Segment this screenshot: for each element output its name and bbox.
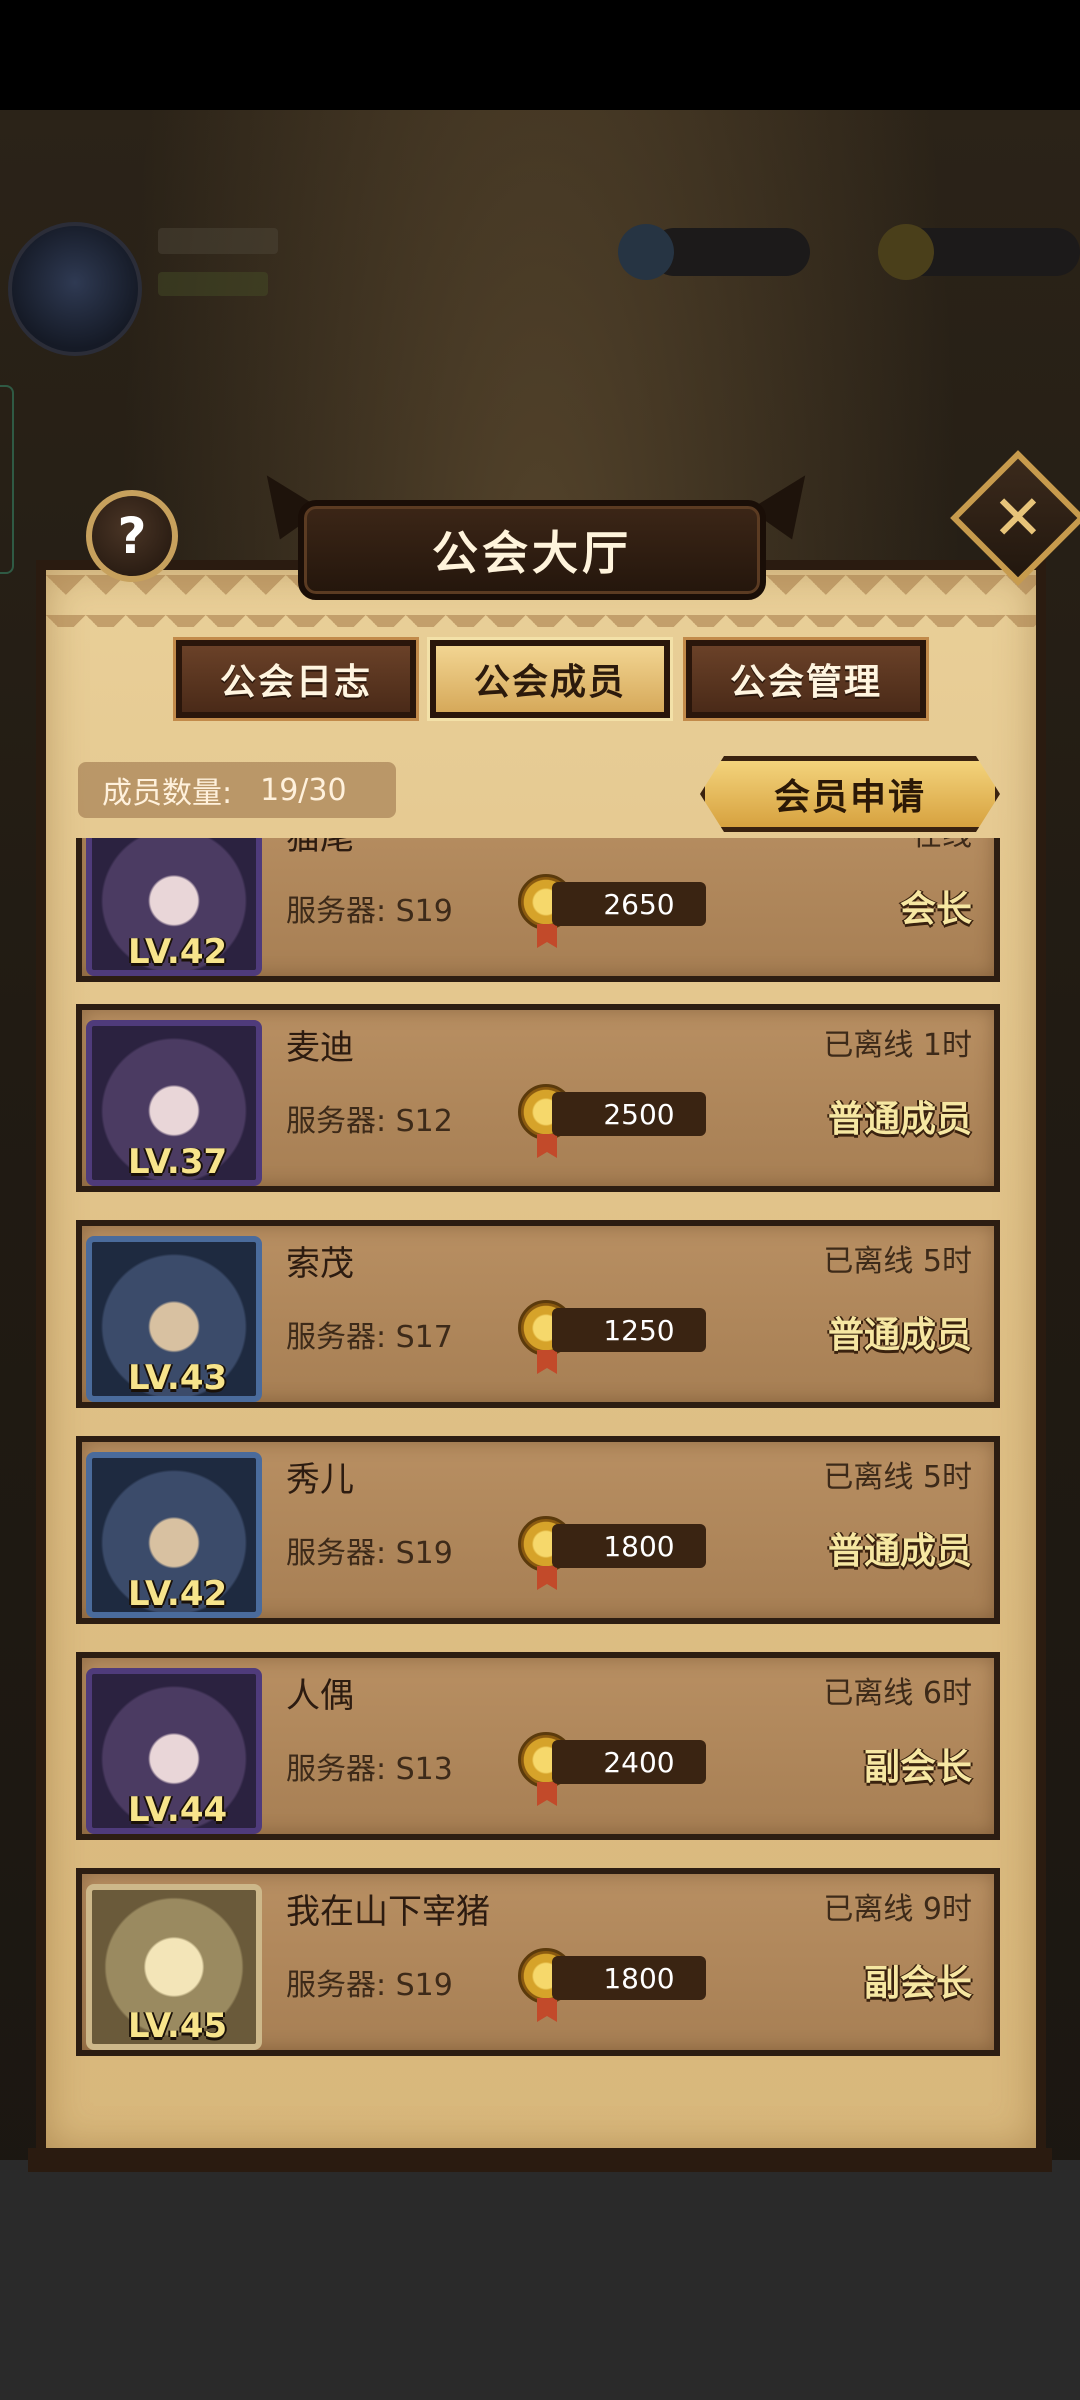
member-contribution: 1800 [552, 1956, 706, 2000]
member-server: 服务器: S19 [286, 894, 453, 929]
member-applications-button[interactable]: 会员申请 [700, 756, 1000, 832]
status-bar-area [0, 0, 1080, 110]
member-status: 已离线 5时 [823, 1460, 972, 1495]
member-card[interactable]: LV.43 索茂 已离线 5时 服务器: S17 1250 普通成员 [76, 1220, 1000, 1408]
help-button[interactable]: ? [86, 490, 178, 582]
member-role: 普通成员 [827, 1315, 972, 1356]
member-server: 服务器: S12 [286, 1104, 453, 1139]
member-role: 副会长 [863, 1747, 972, 1788]
gold-icon [878, 224, 934, 280]
member-contribution: 2400 [552, 1740, 706, 1784]
coin-ribbon [537, 1998, 557, 2022]
member-name: 麦迪 [286, 1028, 354, 1068]
background-bottom [0, 2160, 1080, 2400]
panel-title: 公会大厅 [432, 526, 632, 580]
member-card[interactable]: LV.45 我在山下宰猪 已离线 9时 服务器: S19 1800 副会长 [76, 1868, 1000, 2056]
member-level: LV.42 [128, 1574, 228, 1614]
question-mark-icon: ? [117, 507, 147, 565]
side-tab-edge [0, 385, 14, 574]
member-name: 人偶 [286, 1676, 354, 1716]
player-name-blurred [158, 228, 278, 254]
member-avatar: LV.45 [86, 1884, 262, 2050]
tab-label: 公会成员 [473, 662, 626, 703]
member-server: 服务器: S17 [286, 1320, 453, 1355]
member-status: 已离线 5时 [823, 1244, 972, 1279]
member-server: 服务器: S13 [286, 1752, 453, 1787]
member-list[interactable]: LV.42 猫尾 在线 服务器: S19 2650 会长 LV.37 麦迪 已离… [76, 838, 1000, 2068]
member-level: LV.44 [128, 1790, 228, 1830]
panel-title-plate: 公会大厅 [298, 500, 766, 600]
tab-label: 公会日志 [219, 662, 372, 703]
gem-icon [618, 224, 674, 280]
member-avatar: LV.42 [86, 1452, 262, 1618]
member-name: 猫尾 [286, 838, 354, 858]
member-role: 会长 [899, 889, 972, 930]
member-avatar: LV.37 [86, 1020, 262, 1186]
member-contribution: 1800 [552, 1524, 706, 1568]
panel-footer [28, 2148, 1052, 2172]
tab-label: 公会管理 [729, 662, 882, 703]
member-avatar: LV.43 [86, 1236, 262, 1402]
member-count-value: 19/30 [260, 772, 347, 808]
member-role: 普通成员 [827, 1099, 972, 1140]
member-status: 已离线 6时 [823, 1676, 972, 1711]
gem-counter [650, 228, 810, 276]
tab-guild-management[interactable]: 公会管理 [683, 637, 929, 721]
player-subtitle-blurred [158, 272, 268, 296]
tab-guild-members[interactable]: 公会成员 [427, 637, 673, 721]
coin-ribbon [537, 1782, 557, 1806]
member-name: 索茂 [286, 1244, 354, 1284]
member-level: LV.45 [128, 2006, 228, 2046]
member-contribution: 1250 [552, 1308, 706, 1352]
member-card[interactable]: LV.44 人偶 已离线 6时 服务器: S13 2400 副会长 [76, 1652, 1000, 1840]
member-status: 已离线 9时 [823, 1892, 972, 1927]
coin-ribbon [537, 924, 557, 948]
member-card[interactable]: LV.42 秀儿 已离线 5时 服务器: S19 1800 普通成员 [76, 1436, 1000, 1624]
member-card[interactable]: LV.42 猫尾 在线 服务器: S19 2650 会长 [76, 838, 1000, 982]
member-card[interactable]: LV.37 麦迪 已离线 1时 服务器: S12 2500 普通成员 [76, 1004, 1000, 1192]
member-contribution: 2500 [552, 1092, 706, 1136]
coin-ribbon [537, 1350, 557, 1374]
member-avatar: LV.42 [86, 838, 262, 976]
player-avatar [8, 222, 142, 356]
member-count-label: 成员数量: [102, 776, 233, 811]
member-status: 在线 [912, 838, 972, 854]
member-level: LV.43 [128, 1358, 228, 1398]
member-name: 我在山下宰猪 [286, 1892, 490, 1932]
close-icon: ✕ [992, 480, 1044, 554]
member-count: 成员数量: 19/30 [78, 762, 396, 818]
member-contribution: 2650 [552, 882, 706, 926]
member-level: LV.37 [128, 1142, 228, 1182]
coin-ribbon [537, 1134, 557, 1158]
member-level: LV.42 [128, 932, 228, 972]
member-server: 服务器: S19 [286, 1536, 453, 1571]
member-server: 服务器: S19 [286, 1968, 453, 2003]
member-name: 秀儿 [286, 1460, 354, 1500]
apply-button-label: 会员申请 [773, 777, 926, 818]
member-role: 普通成员 [827, 1531, 972, 1572]
coin-ribbon [537, 1566, 557, 1590]
tab-guild-log[interactable]: 公会日志 [173, 637, 419, 721]
member-avatar: LV.44 [86, 1668, 262, 1834]
member-status: 已离线 1时 [823, 1028, 972, 1063]
member-role: 副会长 [863, 1963, 972, 2004]
